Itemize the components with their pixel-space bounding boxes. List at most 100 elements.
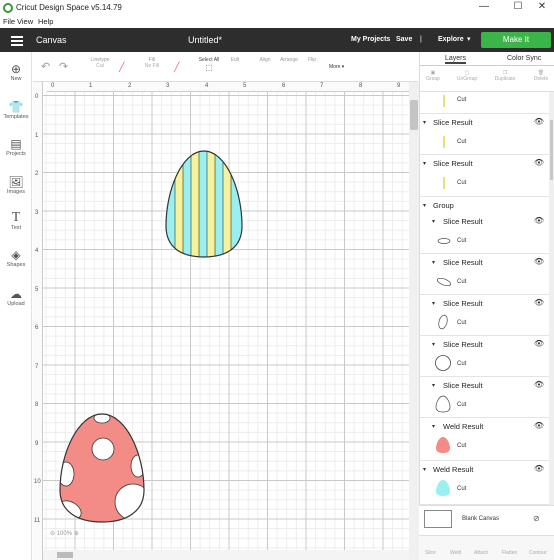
sidebar-item-images[interactable]: 🖼 Images — [0, 175, 32, 195]
zoom-control[interactable]: ⊖ 100% ⊕ — [50, 530, 79, 537]
chevron-down-icon[interactable]: ▾ — [467, 35, 471, 43]
collapse-arrow-icon[interactable]: ▾ — [432, 382, 435, 389]
explore-dropdown[interactable]: Explore — [438, 36, 464, 43]
sidebar-item-new[interactable]: ⊕ New — [0, 62, 32, 82]
collapse-arrow-icon[interactable]: ▾ — [432, 300, 435, 307]
edit-toolbar: ↶ ↷ Linetype Cut ╱ Fill No Fill ╱ Select… — [33, 52, 418, 82]
collapse-arrow-icon[interactable]: ▾ — [423, 119, 426, 126]
striped-egg-design[interactable] — [164, 150, 244, 258]
layer-row[interactable]: ▾ Slice Result 👁 Cut — [419, 254, 549, 295]
ruler-tick: 8 — [359, 83, 363, 89]
eye-hidden-icon[interactable]: ⊘ — [533, 514, 540, 523]
more-button[interactable]: More ▾ — [329, 64, 344, 70]
fill-color-icon[interactable]: ╱ — [174, 62, 179, 73]
flatten-button[interactable]: Flatten — [502, 550, 517, 556]
collapse-arrow-icon[interactable]: ▾ — [423, 160, 426, 167]
layer-row[interactable]: ▾ Slice Result 👁 Cut — [419, 155, 549, 197]
save-button[interactable]: Save — [396, 36, 412, 43]
duplicate-label: Duplicate — [494, 76, 516, 82]
spotted-egg-design[interactable] — [58, 412, 146, 524]
ruler-tick: 10 — [34, 479, 41, 485]
redo-icon[interactable]: ↷ — [59, 60, 68, 73]
menu-file[interactable]: File — [3, 17, 15, 26]
sidebar-label: New — [10, 76, 22, 82]
ruler-tick: 7 — [320, 83, 324, 89]
layer-row[interactable]: ▾ Slice Result 👁 Cut — [419, 213, 549, 254]
layer-row[interactable]: ▾ Slice Result 👁 Cut — [419, 295, 549, 336]
slice-button[interactable]: Slice — [425, 550, 436, 556]
canvas-vertical-scrollbar[interactable] — [409, 82, 419, 560]
minimize-button[interactable]: — — [474, 1, 494, 12]
layer-row[interactable]: ▾ Slice Result 👁 Cut — [419, 114, 549, 155]
layer-thumbnail — [443, 95, 445, 107]
app-header: Canvas Untitled* My Projects Save | Expl… — [0, 28, 554, 52]
bottom-layer-tools: Slice Weld Attach Flatten Contour — [419, 535, 554, 560]
eye-icon[interactable]: 👁 — [534, 298, 544, 307]
eye-icon[interactable]: 👁 — [534, 421, 544, 430]
make-it-button[interactable]: Make It — [481, 32, 551, 48]
eye-icon[interactable]: 👁 — [534, 380, 544, 389]
eye-icon[interactable]: 👁 — [534, 257, 544, 266]
eye-icon[interactable]: 👁 — [534, 464, 544, 473]
canvas-vertical-scroll-thumb[interactable] — [410, 100, 418, 130]
layers-scroll-thumb[interactable] — [550, 120, 553, 180]
fill-dropdown[interactable]: Fill No Fill — [137, 57, 167, 69]
duplicate-button[interactable]: ❐ Duplicate — [493, 70, 517, 82]
layer-row[interactable]: ▾ Weld Result 👁 Cut — [419, 418, 549, 461]
close-button[interactable]: ✕ — [532, 1, 552, 12]
layer-row[interactable]: ▾ Slice Result 👁 Cut — [419, 336, 549, 377]
collapse-arrow-icon[interactable]: ▾ — [432, 218, 435, 225]
collapse-arrow-icon[interactable]: ▾ — [432, 259, 435, 266]
menu-view[interactable]: View — [17, 17, 33, 26]
canvas-horizontal-scroll-thumb[interactable] — [57, 552, 73, 558]
select-all-button[interactable]: Select All ⬚ — [196, 57, 222, 72]
linetype-color-icon[interactable]: ╱ — [119, 62, 124, 73]
collapse-arrow-icon[interactable]: ▾ — [423, 202, 426, 209]
tab-layers[interactable]: Layers — [445, 55, 467, 64]
group-button[interactable]: ▣ Group — [421, 70, 445, 82]
ungroup-button[interactable]: ▢ UnGroup — [455, 70, 479, 82]
layer-operation: Cut — [457, 238, 467, 244]
delete-label: Delete — [533, 76, 549, 82]
group-row[interactable]: ▾ Group — [419, 197, 549, 213]
blank-canvas-swatch[interactable] — [424, 510, 452, 528]
sidebar-item-upload[interactable]: ☁ Upload — [0, 287, 32, 307]
align-button[interactable]: Align — [257, 57, 273, 63]
tab-color-sync[interactable]: Color Sync — [507, 55, 541, 62]
sidebar-item-shapes[interactable]: ◈ Shapes — [0, 248, 32, 268]
collapse-arrow-icon[interactable]: ▾ — [423, 466, 426, 473]
weld-button[interactable]: Weld — [450, 550, 461, 556]
maximize-button[interactable]: ☐ — [508, 1, 528, 12]
layer-row[interactable]: Cut — [419, 92, 549, 114]
document-title[interactable]: Untitled* — [188, 35, 222, 45]
canvas-horizontal-scrollbar[interactable] — [43, 550, 409, 560]
undo-icon[interactable]: ↶ — [41, 60, 50, 73]
attach-button[interactable]: Attach — [474, 550, 488, 556]
edit-button[interactable]: Edit — [228, 57, 242, 63]
blank-canvas-row[interactable]: Blank Canvas ⊘ — [419, 505, 554, 535]
ruler-tick: 5 — [243, 83, 247, 89]
eye-icon[interactable]: 👁 — [534, 216, 544, 225]
sidebar-item-projects[interactable]: ▤ Projects — [0, 137, 32, 157]
layer-row[interactable]: ▾ Slice Result 👁 Cut — [419, 377, 549, 418]
vertical-ruler: 0 1 2 3 4 5 6 7 8 9 10 11 — [33, 82, 43, 560]
menu-help[interactable]: Help — [38, 17, 53, 26]
collapse-arrow-icon[interactable]: ▾ — [432, 423, 435, 430]
eye-icon[interactable]: 👁 — [534, 158, 544, 167]
hamburger-menu-icon[interactable] — [11, 36, 23, 48]
layer-row[interactable]: ▾ Weld Result 👁 Cut — [419, 461, 549, 505]
my-projects-link[interactable]: My Projects — [351, 36, 390, 43]
linetype-dropdown[interactable]: Linetype Cut — [85, 57, 115, 69]
ruler-tick: 4 — [205, 83, 209, 89]
eye-icon[interactable]: 👁 — [534, 339, 544, 348]
delete-button[interactable]: 🗑 Delete — [529, 70, 553, 82]
collapse-arrow-icon[interactable]: ▾ — [432, 341, 435, 348]
flip-button[interactable]: Flip — [305, 57, 319, 63]
eye-icon[interactable]: 👁 — [534, 117, 544, 126]
layer-operation: Cut — [457, 139, 467, 145]
sidebar-item-text[interactable]: T Text — [0, 211, 32, 232]
ungroup-label: UnGroup — [456, 76, 478, 82]
contour-button[interactable]: Contour — [529, 550, 547, 556]
arrange-button[interactable]: Arrange — [279, 57, 299, 63]
sidebar-item-templates[interactable]: 👕 Templates — [0, 100, 32, 120]
